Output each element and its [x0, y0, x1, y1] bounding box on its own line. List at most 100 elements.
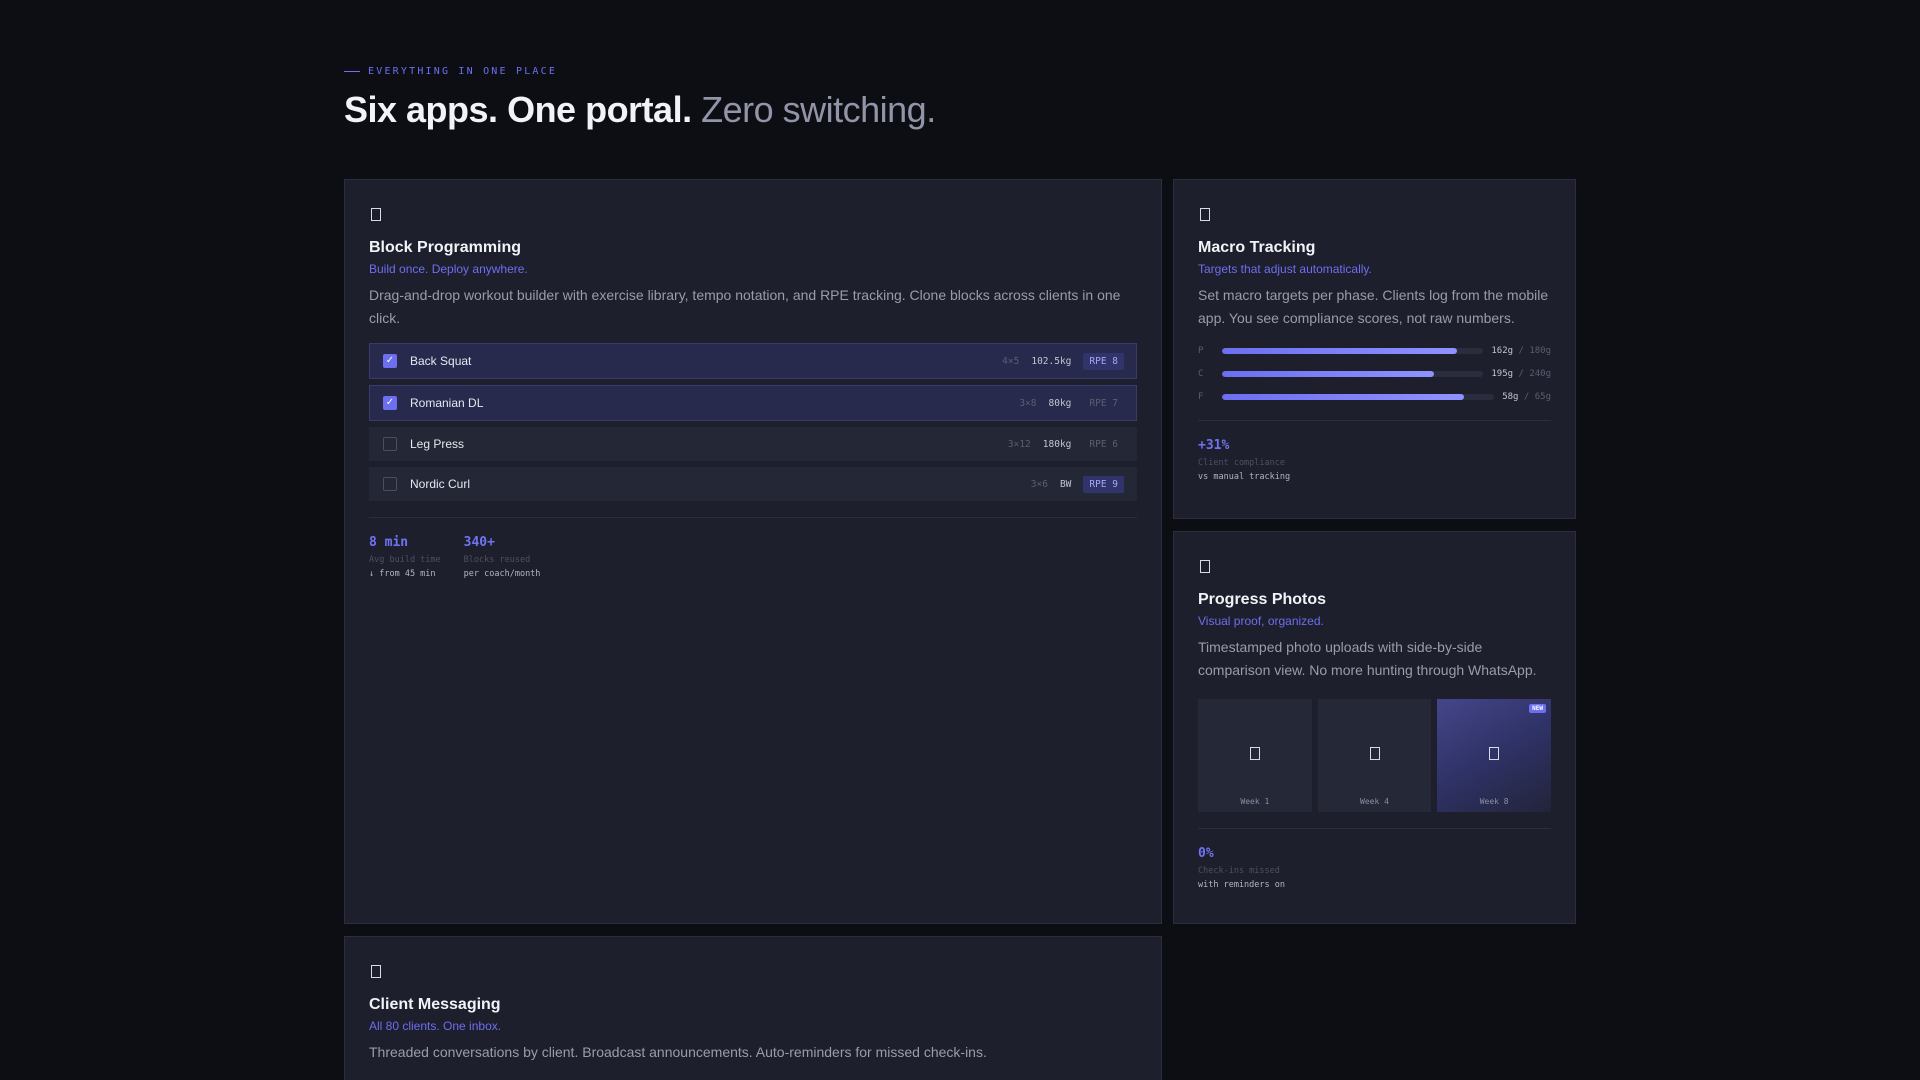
rpe-badge: RPE 9	[1083, 475, 1124, 493]
exercise-checkbox[interactable]: ✓	[383, 354, 397, 368]
features-section: EVERYTHING IN ONE PLACE Six apps. One po…	[344, 64, 1576, 132]
photo-thumbnail[interactable]: NEW Week 8	[1437, 699, 1552, 812]
stat-value: 340+	[463, 535, 495, 550]
stat-blocks-reused: 340+ Blocks reused per coach/month	[464, 535, 541, 580]
macro-target: / 180g	[1518, 346, 1551, 356]
exercise-row[interactable]: Nordic Curl 3×6 BW RPE 9	[369, 467, 1137, 501]
eyebrow-dash	[344, 70, 360, 72]
card-title: Progress Photos	[1198, 591, 1327, 608]
exercise-load: 180kg	[1042, 438, 1072, 450]
stat-sub: ↓ from 45 min	[369, 569, 436, 579]
macro-current: 195g	[1491, 369, 1514, 379]
photo-grid: Week 1 Week 4 NEW Week 8	[1198, 699, 1552, 812]
image-icon	[1249, 746, 1260, 760]
macro-key: F	[1198, 392, 1204, 402]
card-tagline: Targets that adjust automatically.	[1198, 262, 1372, 276]
macro-key: C	[1198, 369, 1204, 379]
rpe-badge: RPE 8	[1083, 352, 1124, 370]
macro-fill	[1222, 371, 1434, 377]
card-title: Client Messaging	[369, 996, 501, 1013]
card-tagline: All 80 clients. One inbox.	[369, 1019, 502, 1033]
exercise-list: ✓ Back Squat 4×5 102.5kg RPE 8 ✓ Romania…	[369, 343, 1137, 501]
card-stats: 8 min Avg build time ↓ from 45 min 340+ …	[369, 535, 1137, 580]
new-badge: NEW	[1529, 704, 1547, 713]
exercise-sets: 3×8	[1019, 397, 1037, 409]
title-muted: Zero switching.	[701, 89, 936, 130]
progress-photos-card: Progress Photos Visual proof, organized.…	[1173, 531, 1576, 924]
document-icon	[1200, 208, 1210, 221]
image-icon	[1489, 746, 1500, 760]
exercise-row[interactable]: ✓ Romanian DL 3×8 80kg RPE 7	[369, 385, 1137, 421]
macro-amount: 195g / 240g	[1491, 369, 1551, 379]
exercise-checkbox[interactable]	[383, 477, 397, 491]
card-description: Set macro targets per phase. Clients log…	[1198, 287, 1549, 326]
exercise-load: BW	[1059, 478, 1072, 490]
exercise-load: 102.5kg	[1031, 355, 1072, 367]
stat-value: +31%	[1198, 438, 1230, 453]
macro-amount: 58g / 65g	[1502, 392, 1551, 402]
stat-compliance: +31% Client compliance vs manual trackin…	[1198, 438, 1290, 483]
card-description: Timestamped photo uploads with side-by-s…	[1198, 639, 1537, 678]
stat-sub: per coach/month	[463, 569, 541, 579]
exercise-load: 80kg	[1048, 397, 1072, 409]
page: EVERYTHING IN ONE PLACE Six apps. One po…	[0, 0, 1920, 1080]
exercise-sets: 3×12	[1007, 438, 1031, 450]
rpe-badge: RPE 6	[1089, 438, 1118, 450]
card-divider	[1198, 828, 1551, 829]
rpe-badge: RPE 7	[1089, 397, 1118, 409]
macro-target: / 240g	[1518, 369, 1551, 379]
exercise-name: Leg Press	[410, 437, 465, 451]
card-divider	[369, 517, 1137, 518]
section-eyebrow: EVERYTHING IN ONE PLACE	[344, 64, 1576, 78]
card-description: Drag-and-drop workout builder with exerc…	[369, 287, 1121, 326]
macro-row-protein: P 162g / 180g	[1198, 344, 1551, 358]
macro-row-carbs: C 195g / 240g	[1198, 367, 1551, 381]
stat-label: Client compliance	[1198, 458, 1285, 468]
exercise-name: Nordic Curl	[410, 477, 471, 491]
stat-sub: vs manual tracking	[1198, 472, 1291, 482]
photo-thumbnail[interactable]: Week 4	[1317, 699, 1432, 812]
card-title: Macro Tracking	[1198, 239, 1316, 256]
title-strong: Six apps. One portal.	[344, 89, 692, 130]
client-messaging-card: Client Messaging All 80 clients. One inb…	[344, 936, 1162, 1080]
macro-target: / 65g	[1523, 392, 1551, 402]
card-divider	[1198, 420, 1551, 421]
stat-sub: with reminders on	[1198, 880, 1285, 890]
card-stats: +31% Client compliance vs manual trackin…	[1198, 438, 1551, 483]
card-stats: 0% Check-ins missed with reminders on	[1198, 846, 1551, 891]
image-icon	[1369, 746, 1380, 760]
stat-label: Blocks reused	[463, 555, 531, 565]
macro-tracking-card: Macro Tracking Targets that adjust autom…	[1173, 179, 1576, 519]
macro-key: P	[1198, 346, 1204, 356]
exercise-checkbox[interactable]: ✓	[383, 396, 397, 410]
macro-track	[1222, 348, 1484, 354]
macro-track	[1222, 394, 1495, 400]
macro-amount: 162g / 180g	[1491, 346, 1551, 356]
card-tagline: Visual proof, organized.	[1198, 614, 1324, 628]
macro-bars: P 162g / 180g C 195g / 240g F 58g / 65g	[1198, 344, 1551, 404]
exercise-name: Back Squat	[410, 354, 472, 368]
exercise-row[interactable]: ✓ Back Squat 4×5 102.5kg RPE 8	[369, 343, 1137, 379]
stat-build-time: 8 min Avg build time ↓ from 45 min	[369, 535, 441, 580]
block-programming-card: Block Programming Build once. Deploy any…	[344, 179, 1162, 924]
exercise-sets: 4×5	[1002, 355, 1020, 367]
macro-fill	[1222, 348, 1458, 354]
photo-week: Week 8	[1479, 797, 1509, 806]
macro-current: 162g	[1491, 346, 1514, 356]
document-icon	[1200, 560, 1210, 573]
eyebrow-text: EVERYTHING IN ONE PLACE	[368, 65, 558, 77]
macro-fill	[1222, 394, 1465, 400]
document-icon	[371, 208, 381, 221]
macro-current: 58g	[1502, 392, 1519, 402]
exercise-row[interactable]: Leg Press 3×12 180kg RPE 6	[369, 427, 1137, 461]
card-description: Threaded conversations by client. Broadc…	[369, 1044, 987, 1060]
macro-row-fat: F 58g / 65g	[1198, 390, 1551, 404]
macro-track	[1222, 371, 1484, 377]
stat-value: 0%	[1198, 846, 1214, 861]
photo-week: Week 1	[1240, 797, 1270, 806]
exercise-name: Romanian DL	[410, 396, 484, 410]
exercise-checkbox[interactable]	[383, 437, 397, 451]
photo-thumbnail[interactable]: Week 1	[1198, 699, 1312, 812]
photo-week: Week 4	[1360, 797, 1389, 806]
stat-label: Avg build time	[369, 555, 441, 565]
